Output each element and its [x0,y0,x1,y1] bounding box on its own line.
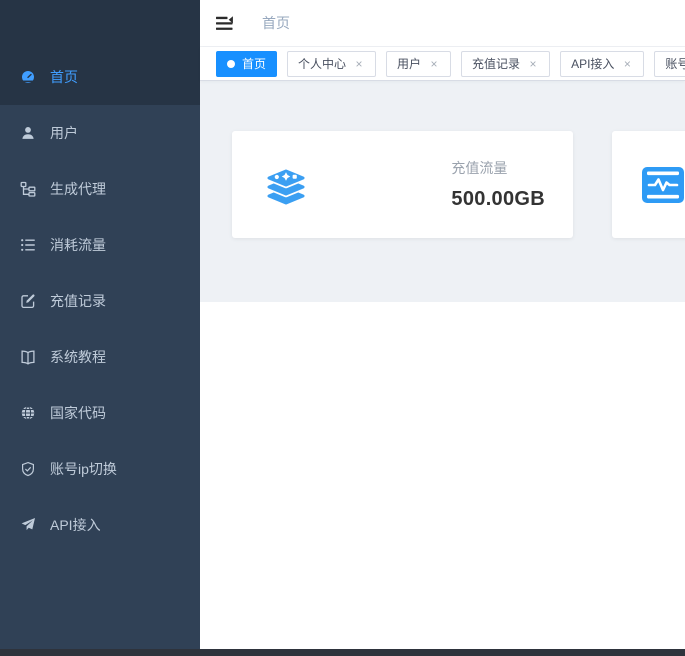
sidebar-item-label: 用户 [50,123,78,143]
sidebar-fold-icon[interactable] [216,14,236,32]
stat-card-partial-card [612,131,685,238]
sidebar-top [0,0,200,49]
sidebar-item-label: API接入 [50,515,101,535]
monitor-icon [642,167,684,203]
book-icon [20,349,36,365]
navbar: 首页 [200,0,685,47]
user-icon [20,125,36,141]
sidebar-item-label: 国家代码 [50,403,106,423]
tab-home[interactable]: 首页 [216,51,277,77]
content-area: 充值流量 500.00GB [200,81,685,302]
horizontal-scrollbar[interactable] [0,649,685,656]
sidebar-item-label: 系统教程 [50,347,106,367]
tab-profile[interactable]: 个人中心 × [287,51,376,77]
sidebar-item-recharge-records[interactable]: 充值记录 [0,273,200,329]
cards-row: 充值流量 500.00GB [200,81,685,238]
sidebar-item-label: 生成代理 [50,179,106,199]
tab-label: 用户 [397,55,421,72]
sidebar-menu: 首页用户生成代理消耗流量充值记录系统教程国家代码账号ip切换 API接入 [0,49,200,553]
sidebar-item-system-tutorial[interactable]: 系统教程 [0,329,200,385]
page-background [200,302,685,656]
shield-check-icon [20,461,36,477]
tab-users[interactable]: 用户 × [386,51,451,77]
sidebar-item-home[interactable]: 首页 [0,49,200,105]
stat-card-title: 充值流量 [451,158,545,178]
sidebar-item-consumed-traffic[interactable]: 消耗流量 [0,217,200,273]
tab-api-access[interactable]: API接入 × [560,51,644,77]
stat-card-value: 500.00GB [451,188,545,211]
sidebar-item-label: 首页 [50,67,78,87]
close-icon[interactable]: × [353,58,365,70]
close-icon[interactable]: × [621,58,633,70]
close-icon[interactable]: × [428,58,440,70]
stat-card-description: 充值流量 500.00GB [451,158,545,211]
breadcrumb: 首页 [262,13,290,33]
active-tab-dot [227,60,235,68]
sidebar-item-generate-proxy[interactable]: 生成代理 [0,161,200,217]
tab-recharge-records[interactable]: 充值记录 × [461,51,550,77]
sidebar-item-label: 充值记录 [50,291,106,311]
tab-account-ip-switch[interactable]: 账号ip切换× [654,51,685,77]
layers-icon [262,161,310,209]
tab-label: API接入 [571,55,614,72]
list-icon [20,237,36,253]
tab-label: 充值记录 [472,55,520,72]
app-window: 首页用户生成代理消耗流量充值记录系统教程国家代码账号ip切换API接入 首页 首… [0,0,685,656]
sidebar: 首页用户生成代理消耗流量充值记录系统教程国家代码账号ip切换 API接入 [0,0,200,656]
globe-icon [20,405,36,421]
close-icon[interactable]: × [527,58,539,70]
tab-label: 首页 [242,55,266,72]
tree-icon [20,181,36,197]
sidebar-item-country-codes[interactable]: 国家代码 [0,385,200,441]
edit-icon [20,293,36,309]
tab-label: 账号ip切换 [665,55,685,72]
sidebar-item-label: 消耗流量 [50,235,106,255]
sidebar-item-users[interactable]: 用户 [0,105,200,161]
dashboard-icon [20,69,36,85]
stat-card-recharge-traffic: 充值流量 500.00GB [232,131,573,238]
sidebar-item-api-access[interactable]: API接入 [0,497,200,553]
sidebar-item-label: 账号ip切换 [50,459,117,479]
sidebar-item-account-ip-switch[interactable]: 账号ip切换 [0,441,200,497]
paper-plane-icon [20,517,36,533]
tab-bar: 首页 个人中心 × 用户 × 充值记录 × API接入 × 账号ip切换× [200,47,685,81]
main-column: 首页 首页个人中心×用户×充值记录×API接入×账号ip切换× 充值流量500.… [200,0,685,656]
tab-label: 个人中心 [298,55,346,72]
